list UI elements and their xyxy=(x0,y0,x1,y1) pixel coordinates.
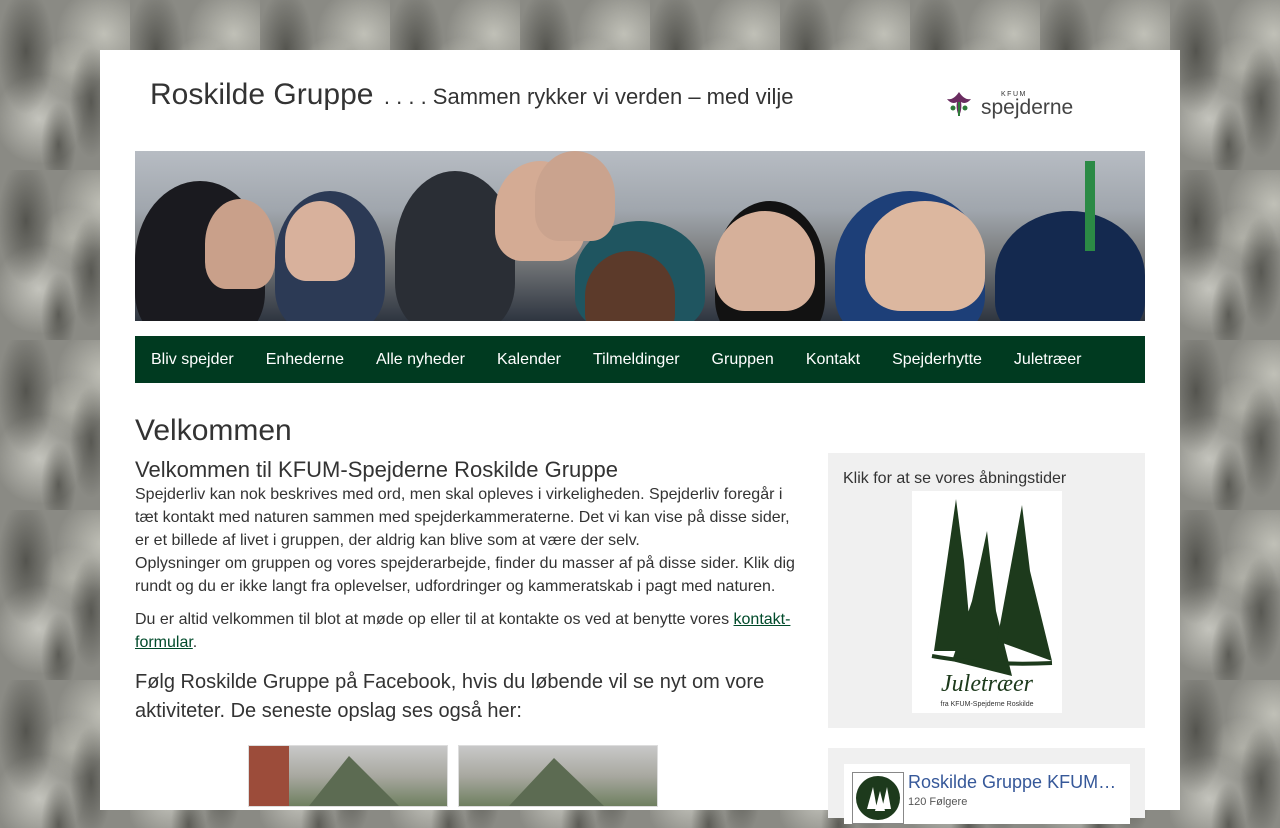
nav-item-enhederne[interactable]: Enhederne xyxy=(250,351,360,369)
site-title[interactable]: Roskilde Gruppe xyxy=(150,78,373,112)
hero-face-2 xyxy=(285,201,355,281)
site-header: Roskilde Gruppe . . . . Sammen rykker vi… xyxy=(150,78,1130,138)
tree-photo-2 xyxy=(509,758,604,806)
nav-item-tilmeldinger[interactable]: Tilmeldinger xyxy=(577,351,696,369)
nav-item-bliv-spejder[interactable]: Bliv spejder xyxy=(135,351,250,369)
facebook-page-widget: Roskilde Gruppe KFUM-Spejderne 120 Følge… xyxy=(828,748,1145,824)
facebook-page-name[interactable]: Roskilde Gruppe KFUM-Spejderne xyxy=(908,772,1118,793)
logo-spejderne-text: spejderne xyxy=(981,96,1073,119)
tree-photo-1 xyxy=(249,746,399,806)
gallery-thumb-2[interactable] xyxy=(458,745,658,807)
facebook-page-card[interactable]: Roskilde Gruppe KFUM-Spejderne 120 Følge… xyxy=(844,764,1130,824)
facebook-followers-count: 120 Følgere xyxy=(908,796,968,808)
nav-item-kontakt[interactable]: Kontakt xyxy=(790,351,876,369)
contact-period: . xyxy=(192,634,198,651)
info-paragraph: Oplysninger om gruppen og vores spejdera… xyxy=(135,555,795,595)
juletraeer-logo: Juletræer fra KFUM-Spejderne Roskilde xyxy=(931,499,1053,708)
tree-logo-icon xyxy=(856,776,900,820)
welcome-subheading: Velkommen til KFUM-Spejderne Roskilde Gr… xyxy=(135,457,618,482)
main-content: Velkommen Velkommen til KFUM-Spejderne R… xyxy=(135,413,800,726)
nav-item-gruppen[interactable]: Gruppen xyxy=(696,351,790,369)
facebook-page-avatar[interactable] xyxy=(852,772,904,824)
facebook-intro: Følg Roskilde Gruppe på Facebook, hvis d… xyxy=(135,671,765,722)
juletraeer-title: Juletræer xyxy=(941,671,1034,697)
contact-text: Du er altid velkommen til blot at møde o… xyxy=(135,611,734,628)
main-navigation: Bliv spejder Enhederne Alle nyheder Kale… xyxy=(135,336,1145,383)
page-container: Roskilde Gruppe . . . . Sammen rykker vi… xyxy=(100,50,1180,824)
nav-item-juletraeer[interactable]: Juletræer xyxy=(998,351,1098,369)
nav-item-kalender[interactable]: Kalender xyxy=(481,351,577,369)
juletraeer-banner[interactable]: Juletræer fra KFUM-Spejderne Roskilde xyxy=(912,491,1062,713)
hero-face-6 xyxy=(715,211,815,311)
hero-buoy xyxy=(1085,161,1095,251)
juletraeer-subtitle: fra KFUM-Spejderne Roskilde xyxy=(941,701,1034,708)
hero-face-1 xyxy=(205,199,275,289)
nav-item-alle-nyheder[interactable]: Alle nyheder xyxy=(360,351,481,369)
hero-face-4 xyxy=(535,151,615,241)
hero-face-7 xyxy=(865,201,985,311)
intro-paragraph: Spejderliv kan nok beskrives med ord, me… xyxy=(135,486,790,549)
opening-hours-link[interactable]: Klik for at se vores åbningstider xyxy=(843,470,1066,488)
kfum-spejderne-logo[interactable]: KFUM spejderne xyxy=(945,88,1095,120)
nav-item-spejderhytte[interactable]: Spejderhytte xyxy=(876,351,998,369)
hero-image xyxy=(135,151,1145,321)
opening-hours-widget[interactable]: Klik for at se vores åbningstider Juletr… xyxy=(828,453,1145,728)
site-tagline: . . . . Sammen rykker vi verden – med vi… xyxy=(383,84,794,109)
hero-person-7 xyxy=(995,211,1145,321)
page-title: Velkommen xyxy=(135,414,292,447)
gallery-thumb-1[interactable] xyxy=(248,745,448,807)
contact-paragraph: Du er altid velkommen til blot at møde o… xyxy=(135,608,800,654)
